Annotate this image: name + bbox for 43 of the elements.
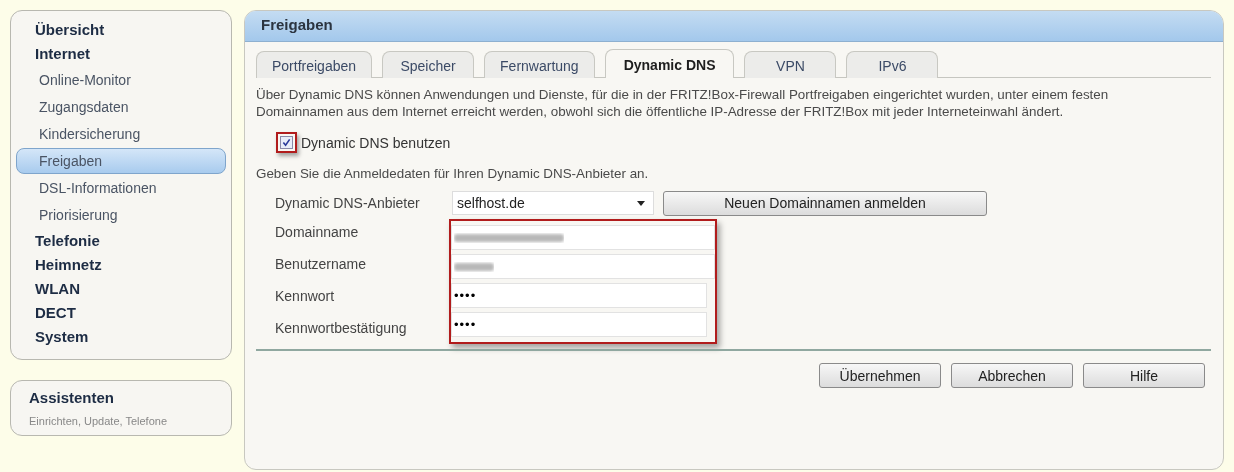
menu-item[interactable]: System [16, 325, 226, 349]
menu-item[interactable]: Telefonie [16, 229, 226, 253]
checkbox[interactable] [276, 132, 297, 153]
checkbox-label: Dynamic DNS benutzen [301, 134, 451, 151]
input-field[interactable]: •••• [451, 312, 707, 337]
tab[interactable]: Fernwartung [484, 51, 595, 78]
field-label: Kennwortbestätigung [275, 320, 408, 336]
submenu-item[interactable]: DSL-Informationen [16, 175, 226, 201]
field-label: Kennwort [275, 288, 336, 304]
tab[interactable]: Dynamic DNS [604, 49, 735, 78]
register-domain-button[interactable]: Neuen Domainnamen anmelden [663, 190, 987, 216]
menu-item[interactable]: DECT [16, 301, 226, 325]
submenu-item[interactable]: Freigaben [16, 148, 226, 174]
description-text: Über Dynamic DNS können Anwendungen und Dienste, für die in der FRITZ!Box-Firewall Portfreigaben eingerichtet wurden, unter einem festen Domainnamen aus dem Internet erreicht werden, obwohl sich die öffentliche IP-Adresse der FRITZ!Box mit jeder Interneteinwahl ändert. [256, 86, 1110, 120]
submenu-item[interactable]: Kindersicherung [16, 121, 226, 147]
menu-item[interactable]: WLAN [16, 277, 226, 301]
field-label: Dynamic DNS-Anbieter [275, 195, 421, 211]
assistant-subtitle: Einrichten, Update, Telefone [29, 415, 168, 427]
hint-text: Geben Sie die Anmeldedaten für Ihren Dynamic DNS-Anbieter an. [256, 166, 650, 181]
action-button[interactable]: Hilfe [1083, 363, 1205, 388]
checkmark-icon [282, 138, 291, 147]
provider-dropdown[interactable]: selfhost.de [452, 191, 654, 215]
field-label: Domainname [275, 224, 360, 240]
panel-title: Freigaben [245, 11, 1223, 42]
assistant-title[interactable]: Assistenten [29, 389, 219, 406]
field-label: Benutzername [275, 256, 368, 272]
input-field[interactable]: •••• [451, 283, 707, 308]
submenu-item[interactable]: Online-Monitor [16, 67, 226, 93]
submenu-item[interactable]: Zugangsdaten [16, 94, 226, 120]
menu-item[interactable]: Heimnetz [16, 253, 226, 277]
tab[interactable]: Speicher [382, 51, 475, 78]
submenu-item[interactable]: Priorisierung [16, 202, 226, 228]
input-field[interactable] [451, 254, 715, 279]
dropdown-caret-icon [637, 200, 645, 206]
input-field[interactable] [451, 225, 715, 250]
menu-item[interactable]: Internet [16, 42, 226, 66]
menu-item[interactable]: Übersicht [16, 18, 226, 42]
action-button[interactable]: Übernehmen [819, 363, 941, 388]
tab[interactable]: Portfreigaben [256, 51, 373, 78]
action-button[interactable]: Abbrechen [951, 363, 1073, 388]
blurred-text-drawing [454, 261, 494, 272]
tab[interactable]: IPv6 [846, 51, 939, 78]
tab[interactable]: VPN [744, 51, 837, 78]
